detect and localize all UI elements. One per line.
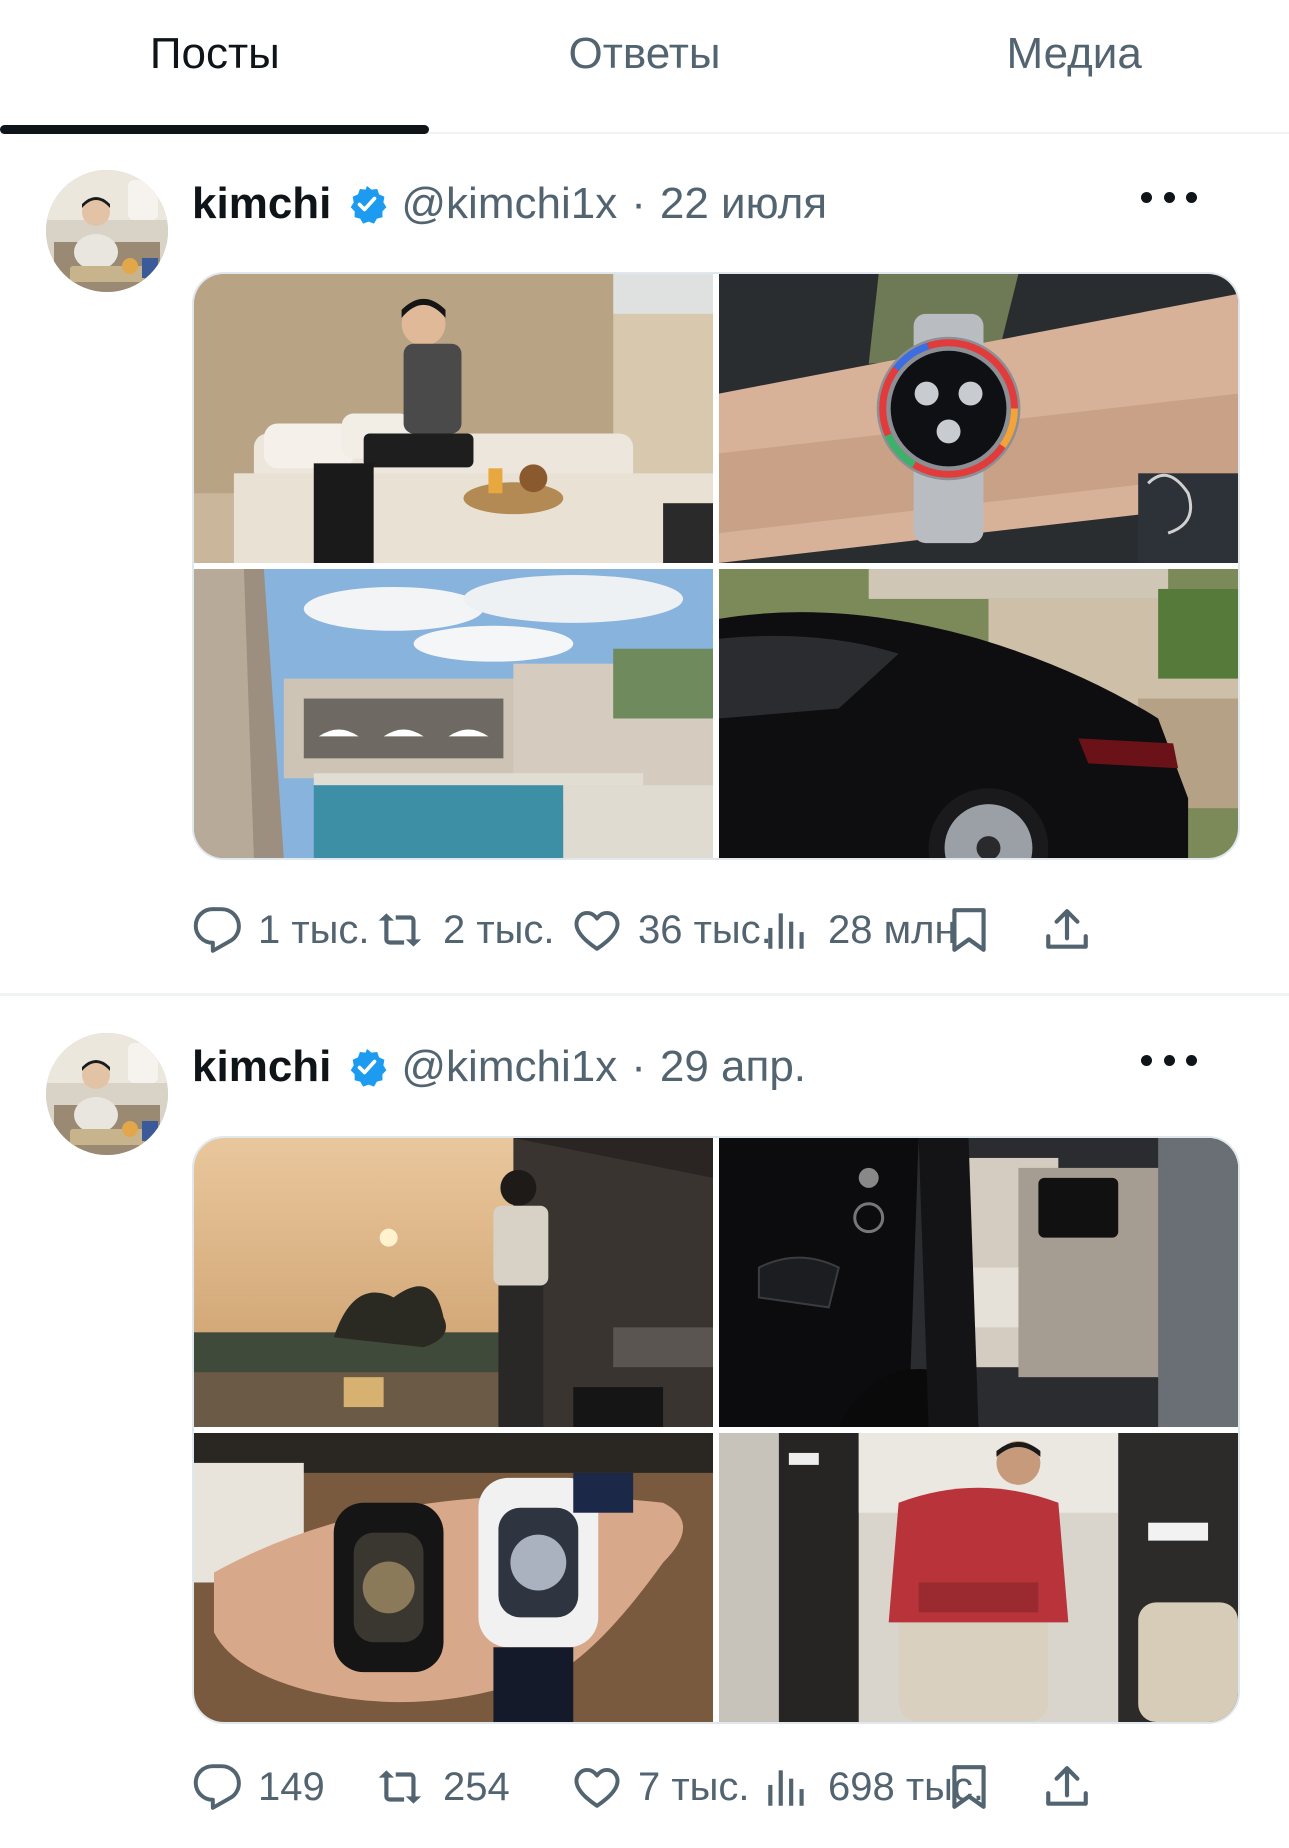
author-name[interactable]: kimchi [192, 1042, 331, 1092]
tab-posts-label: Посты [149, 29, 280, 78]
like-count: 7 тыс. [638, 1764, 750, 1809]
repost-button[interactable]: 2 тыс. [377, 894, 555, 966]
post-actions: 149 254 7 тыс. 698 тыс. [192, 1751, 1242, 1823]
views-icon [768, 1770, 804, 1806]
author-name[interactable]: kimchi [192, 179, 331, 229]
repost-count: 254 [443, 1764, 510, 1809]
reply-count: 1 тыс. [258, 907, 370, 952]
tab-media[interactable]: Медиа [859, 0, 1289, 132]
separator-dot: · [631, 179, 646, 228]
heart-icon [574, 910, 620, 951]
avatar[interactable] [46, 1033, 168, 1155]
active-tab-indicator [0, 125, 429, 134]
repost-icon [378, 913, 422, 947]
like-count: 36 тыс. [638, 907, 772, 952]
verified-badge-icon [347, 1047, 387, 1087]
views-button[interactable]: 28 млн [762, 894, 957, 966]
views-icon [768, 913, 804, 949]
bookmark-button[interactable] [944, 894, 994, 966]
reply-icon [193, 907, 241, 953]
author-handle[interactable]: @kimchi1x [401, 1042, 617, 1092]
post[interactable]: kimchi @kimchi1x · 29 апр. 149 254 7 тыс… [0, 999, 1289, 1848]
like-button[interactable]: 7 тыс. [572, 1751, 750, 1823]
reply-count: 149 [258, 1764, 325, 1809]
post-date[interactable]: 22 июля [660, 179, 827, 229]
post-header: kimchi @kimchi1x · 29 апр. [192, 1037, 806, 1097]
repost-count: 2 тыс. [443, 907, 555, 952]
post[interactable]: kimchi @kimchi1x · 22 июля 1 тыс. 2 тыс.… [0, 136, 1289, 996]
separator-dot: · [631, 1042, 646, 1091]
media-grid [192, 272, 1240, 860]
views-count: 28 млн [828, 907, 957, 952]
share-button[interactable] [1042, 1751, 1092, 1823]
verified-badge-icon [347, 184, 387, 224]
author-handle[interactable]: @kimchi1x [401, 179, 617, 229]
repost-icon [378, 1770, 422, 1804]
repost-button[interactable]: 254 [377, 1751, 510, 1823]
reply-button[interactable]: 1 тыс. [192, 894, 370, 966]
photo-black-car[interactable] [719, 569, 1238, 858]
tab-replies[interactable]: Ответы [430, 0, 860, 132]
share-button[interactable] [1042, 894, 1092, 966]
like-button[interactable]: 36 тыс. [572, 894, 772, 966]
tab-replies-label: Ответы [568, 29, 721, 78]
media-grid [192, 1136, 1240, 1724]
post-date[interactable]: 29 апр. [660, 1042, 806, 1092]
share-icon [1046, 909, 1088, 949]
more-icon[interactable] [1141, 182, 1197, 212]
post-actions: 1 тыс. 2 тыс. 36 тыс. 28 млн [192, 894, 1242, 966]
photo-car-interior[interactable] [719, 1138, 1238, 1427]
avatar[interactable] [46, 170, 168, 292]
photo-pool-resort[interactable] [194, 569, 713, 858]
photo-sunset-terrace[interactable] [194, 1138, 713, 1427]
bookmark-button[interactable] [944, 1751, 994, 1823]
profile-tabs: Посты Ответы Медиа [0, 0, 1289, 134]
photo-watches-hand[interactable] [194, 1433, 713, 1722]
photo-lounge-desert[interactable] [194, 274, 713, 563]
tab-posts[interactable]: Посты [0, 0, 430, 134]
bookmark-icon [952, 908, 986, 952]
reply-button[interactable]: 149 [192, 1751, 325, 1823]
share-icon [1046, 1766, 1088, 1806]
bookmark-icon [952, 1765, 986, 1809]
more-icon[interactable] [1141, 1045, 1197, 1075]
post-header: kimchi @kimchi1x · 22 июля [192, 174, 827, 234]
tab-media-label: Медиа [1006, 29, 1142, 78]
photo-jet-cabin[interactable] [719, 1433, 1238, 1722]
heart-icon [574, 1767, 620, 1808]
photo-rainbow-watch[interactable] [719, 274, 1238, 563]
reply-icon [193, 1764, 241, 1810]
